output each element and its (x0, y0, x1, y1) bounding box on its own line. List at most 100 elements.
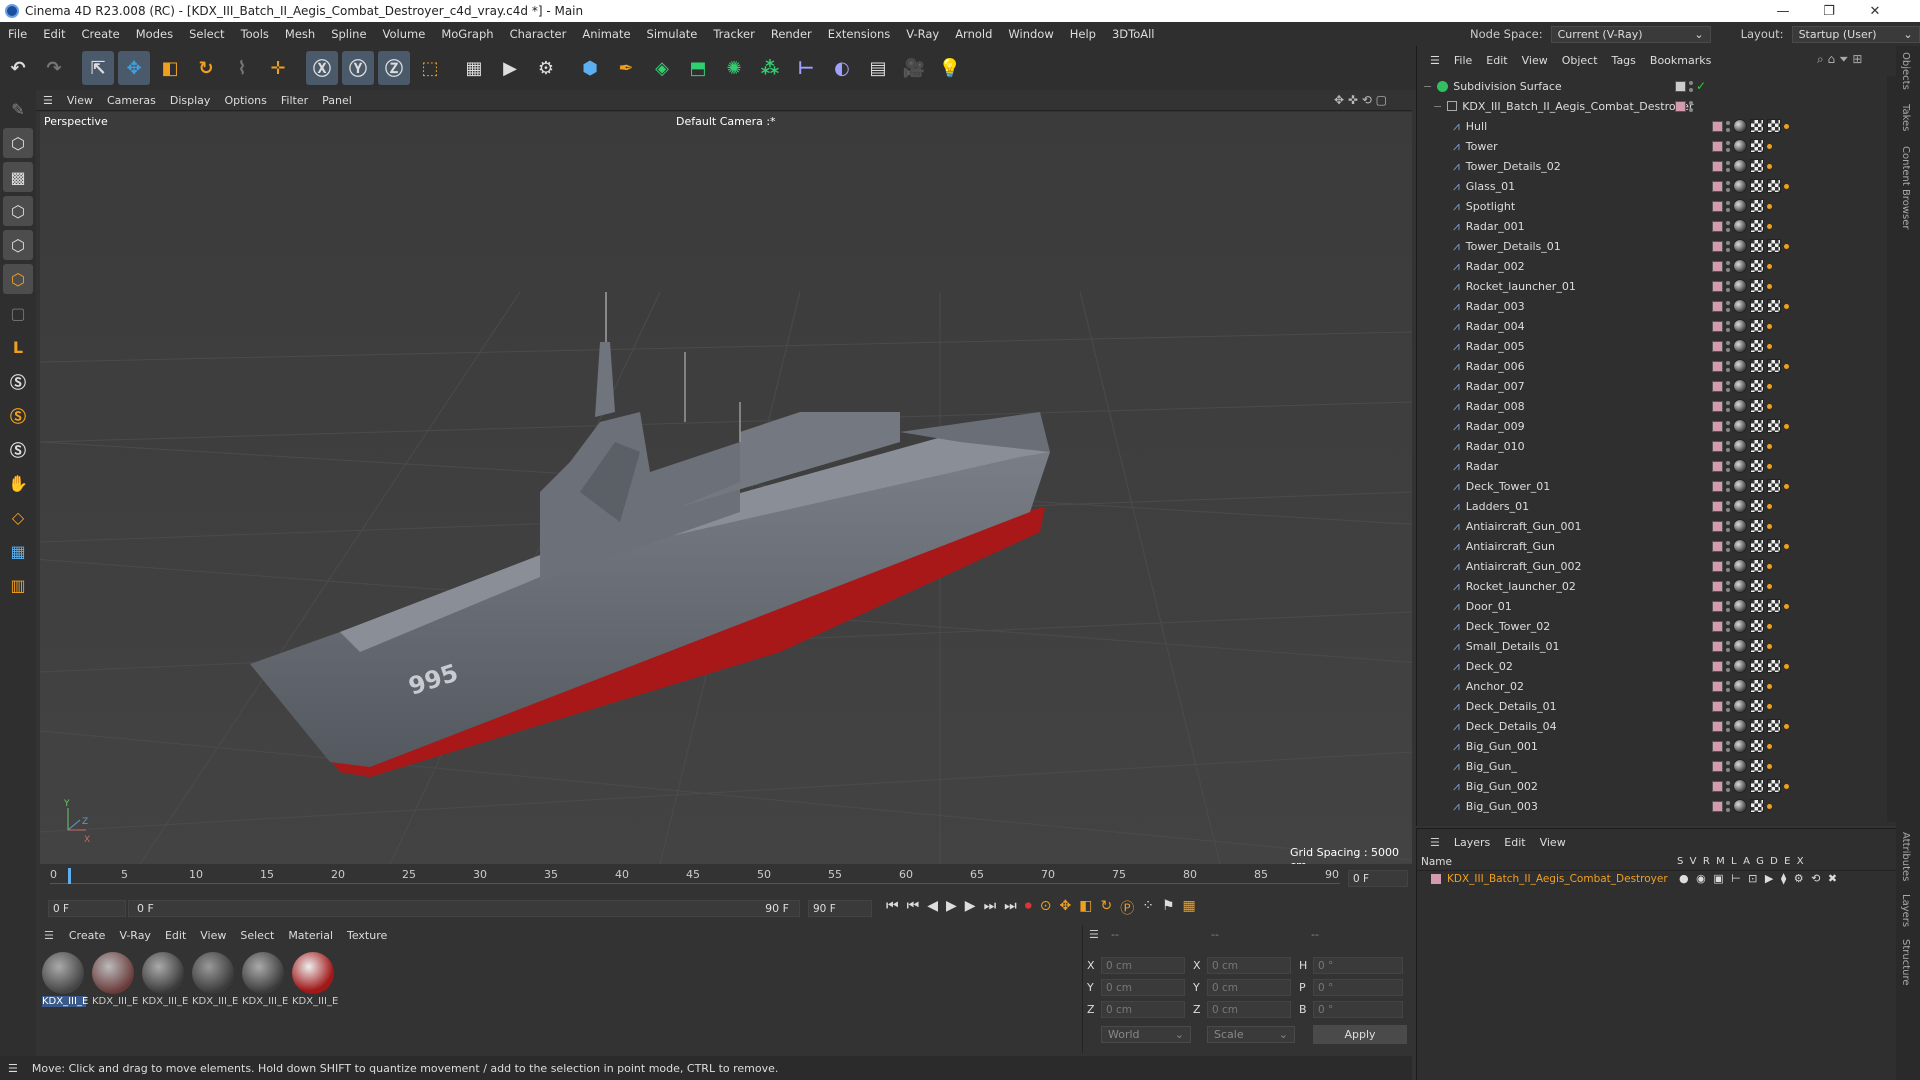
cube-icon[interactable]: ⬢ (574, 51, 606, 85)
render-view-button[interactable]: ▶ (494, 51, 526, 85)
size-y-field[interactable]: 0 cm (1207, 979, 1291, 996)
layer-swatch[interactable] (1712, 400, 1723, 412)
material-tag-icon[interactable] (1733, 139, 1747, 153)
object-row[interactable]: ⩘ Radar_006 (1417, 356, 1883, 376)
menu-help[interactable]: Help (1062, 27, 1104, 41)
render-region-button[interactable]: ▦ (458, 51, 490, 85)
hamburger-icon[interactable]: ☰ (1089, 928, 1099, 941)
layer-swatch[interactable] (1712, 520, 1723, 532)
timeline-icon[interactable]: ▦ (1183, 898, 1196, 918)
z-axis-lock-button[interactable]: Ⓩ (378, 51, 410, 85)
visibility-dots[interactable] (1726, 660, 1730, 672)
hamburger-icon[interactable]: ☰ (36, 929, 62, 942)
texture-tag-icon[interactable] (1750, 779, 1764, 793)
menu-mesh[interactable]: Mesh (277, 27, 323, 41)
size-z-field[interactable]: 0 cm (1207, 1001, 1291, 1018)
texture-tag-icon[interactable] (1750, 379, 1764, 393)
material-tag-icon[interactable] (1733, 659, 1747, 673)
layer-swatch[interactable] (1712, 380, 1723, 392)
object-row[interactable]: ⩘ Deck_Details_04 (1417, 716, 1883, 736)
vray-tag-icon[interactable] (1784, 303, 1789, 309)
vray-tag-icon[interactable] (1784, 243, 1789, 249)
key-move-icon[interactable]: ✥ (1060, 898, 1072, 918)
texture-tag-icon[interactable] (1750, 519, 1764, 533)
material-tag-icon[interactable] (1733, 279, 1747, 293)
object-row[interactable]: ⩘ Ladders_01 (1417, 496, 1883, 516)
menu-simulate[interactable]: Simulate (639, 27, 706, 41)
menu-character[interactable]: Character (502, 27, 575, 41)
texture-tag-icon[interactable] (1750, 459, 1764, 473)
visibility-dots[interactable] (1726, 320, 1730, 332)
menu-tools[interactable]: Tools (233, 27, 277, 41)
menu-file[interactable]: File (0, 27, 35, 41)
layer-swatch[interactable] (1712, 260, 1723, 272)
material-tag-icon[interactable] (1733, 119, 1747, 133)
texture-tag-icon[interactable] (1767, 599, 1781, 613)
material-tag-icon[interactable] (1733, 319, 1747, 333)
texture-tag-icon[interactable] (1750, 339, 1764, 353)
visibility-dots[interactable] (1726, 500, 1730, 512)
vray-tag-icon[interactable] (1767, 523, 1772, 529)
uv-mode-icon[interactable]: ▢ (3, 298, 33, 328)
texture-tag-icon[interactable] (1750, 319, 1764, 333)
menu-3dtoall[interactable]: 3DToAll (1104, 27, 1163, 41)
snap-settings-icon[interactable]: Ⓢ (3, 400, 33, 430)
layer-swatch[interactable] (1712, 240, 1723, 252)
hamburger-icon[interactable]: ☰ (0, 1062, 26, 1075)
current-frame-field[interactable]: 0 F (1348, 870, 1408, 887)
tab-objects[interactable]: Objects (1900, 52, 1911, 90)
vray-tag-icon[interactable] (1767, 703, 1772, 709)
material-tag-icon[interactable] (1733, 199, 1747, 213)
layer-swatch[interactable] (1712, 120, 1723, 132)
visibility-dots[interactable] (1726, 540, 1730, 552)
visibility-dots[interactable] (1726, 760, 1730, 772)
material-menu-edit[interactable]: Edit (158, 929, 193, 942)
vray-tag-icon[interactable] (1767, 223, 1772, 229)
texture-tag-icon[interactable] (1750, 679, 1764, 693)
hamburger-icon[interactable]: ☰ (1423, 836, 1447, 849)
object-row[interactable]: ⩘ Deck_02 (1417, 656, 1883, 676)
viewport-menu-options[interactable]: Options (217, 94, 273, 107)
mograph-icon[interactable]: ⁂ (754, 51, 786, 85)
layer-swatch[interactable] (1712, 340, 1723, 352)
layer-swatch[interactable] (1712, 200, 1723, 212)
vray-tag-icon[interactable] (1767, 763, 1772, 769)
layer-swatch[interactable] (1712, 140, 1723, 152)
redo-button[interactable]: ↷ (38, 51, 70, 85)
material-swatch[interactable]: KDX_III_E (242, 952, 288, 1007)
material-swatch[interactable]: KDX_III_E (192, 952, 238, 1007)
apply-button[interactable]: Apply (1313, 1025, 1407, 1044)
texture-tag-icon[interactable] (1767, 719, 1781, 733)
texture-tag-icon[interactable] (1767, 119, 1781, 133)
visibility-dots[interactable] (1726, 200, 1730, 212)
end-frame-field[interactable]: 90 F (808, 900, 872, 917)
playhead[interactable] (68, 868, 71, 884)
next-frame-icon[interactable]: ▶ (965, 898, 976, 918)
object-row[interactable]: ⩘ Tower_Details_02 (1417, 156, 1883, 176)
material-tag-icon[interactable] (1733, 219, 1747, 233)
texture-tag-icon[interactable] (1767, 659, 1781, 673)
object-row[interactable]: ⩘ Radar (1417, 456, 1883, 476)
vray-tag-icon[interactable] (1767, 343, 1772, 349)
vray-tag-icon[interactable] (1784, 123, 1789, 129)
material-tag-icon[interactable] (1733, 359, 1747, 373)
material-tag-icon[interactable] (1733, 699, 1747, 713)
model-mode-icon[interactable]: ⬡ (3, 128, 33, 158)
layers-menu-view[interactable]: View (1533, 836, 1573, 849)
pos-x-field[interactable]: 0 cm (1101, 957, 1185, 974)
coordinate-system-button[interactable]: ⬚ (414, 51, 446, 85)
y-axis-lock-button[interactable]: Ⓨ (342, 51, 374, 85)
texture-tag-icon[interactable] (1750, 639, 1764, 653)
rot-h-field[interactable]: 0 ° (1313, 957, 1403, 974)
texture-tag-icon[interactable] (1750, 699, 1764, 713)
visibility-dots[interactable] (1726, 480, 1730, 492)
object-row[interactable]: ⩘ Anchor_02 (1417, 676, 1883, 696)
visibility-dots[interactable] (1726, 720, 1730, 732)
material-menu-create[interactable]: Create (62, 929, 113, 942)
layer-swatch[interactable] (1712, 720, 1723, 732)
texture-mode-icon[interactable]: ▩ (3, 162, 33, 192)
layer-swatch[interactable] (1712, 440, 1723, 452)
texture-tag-icon[interactable] (1767, 359, 1781, 373)
vray-tag-icon[interactable] (1767, 743, 1772, 749)
menu-mograph[interactable]: MoGraph (433, 27, 501, 41)
